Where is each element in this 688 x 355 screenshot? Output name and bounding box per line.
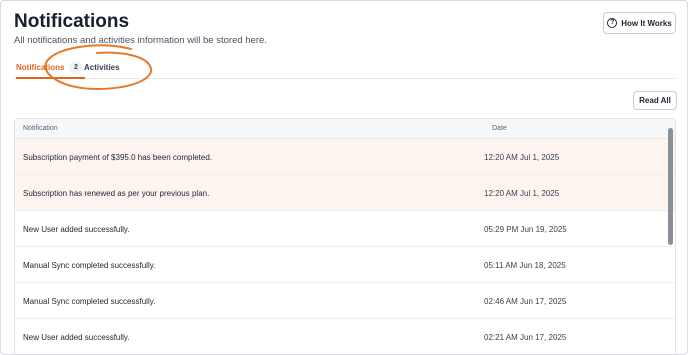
table-row[interactable]: New User added successfully. 02:21 AM Ju… [15, 319, 675, 354]
notification-date: 12:20 AM Jul 1, 2025 [484, 189, 560, 198]
column-header-date: Date [492, 125, 507, 132]
table-row[interactable]: Manual Sync completed successfully. 02:4… [15, 283, 675, 319]
table-row[interactable]: Manual Sync completed successfully. 05:1… [15, 247, 675, 283]
notification-message: Manual Sync completed successfully. [23, 297, 156, 306]
read-all-button[interactable]: Read All [633, 91, 677, 110]
page-title: Notifications [14, 11, 130, 32]
notification-date: 05:29 PM Jun 19, 2025 [484, 225, 567, 234]
column-header-notification: Notification [23, 125, 58, 132]
table-header: Notification Date [15, 119, 675, 139]
notification-message: Subscription has renewed as per your pre… [23, 189, 210, 198]
question-circle-icon: ? [607, 18, 618, 28]
notification-message: New User added successfully. [23, 333, 130, 342]
notification-date: 02:21 AM Jun 17, 2025 [484, 333, 567, 342]
table-row[interactable]: New User added successfully. 05:29 PM Ju… [15, 211, 675, 247]
notification-date: 05:11 AM Jun 18, 2025 [484, 261, 566, 270]
notification-message: Subscription payment of $395.0 has been … [23, 153, 213, 162]
table-row[interactable]: Subscription has renewed as per your pre… [15, 175, 675, 211]
how-it-works-button[interactable]: ? How It Works [603, 12, 676, 34]
how-it-works-label: How It Works [621, 18, 672, 28]
notification-message: New User added successfully. [23, 225, 130, 234]
notification-message: Manual Sync completed successfully. [23, 261, 156, 270]
notification-date: 12:20 AM Jul 1, 2025 [484, 153, 560, 162]
notifications-table: Notification Date Subscription payment o… [14, 118, 676, 354]
annotation-circle [44, 44, 153, 91]
notification-date: 02:46 AM Jun 17, 2025 [484, 297, 567, 306]
notifications-page: Notifications All notifications and acti… [0, 0, 688, 355]
table-row[interactable]: Subscription payment of $395.0 has been … [15, 139, 675, 175]
scrollbar-thumb[interactable] [668, 128, 673, 245]
scrollbar[interactable] [667, 119, 675, 354]
